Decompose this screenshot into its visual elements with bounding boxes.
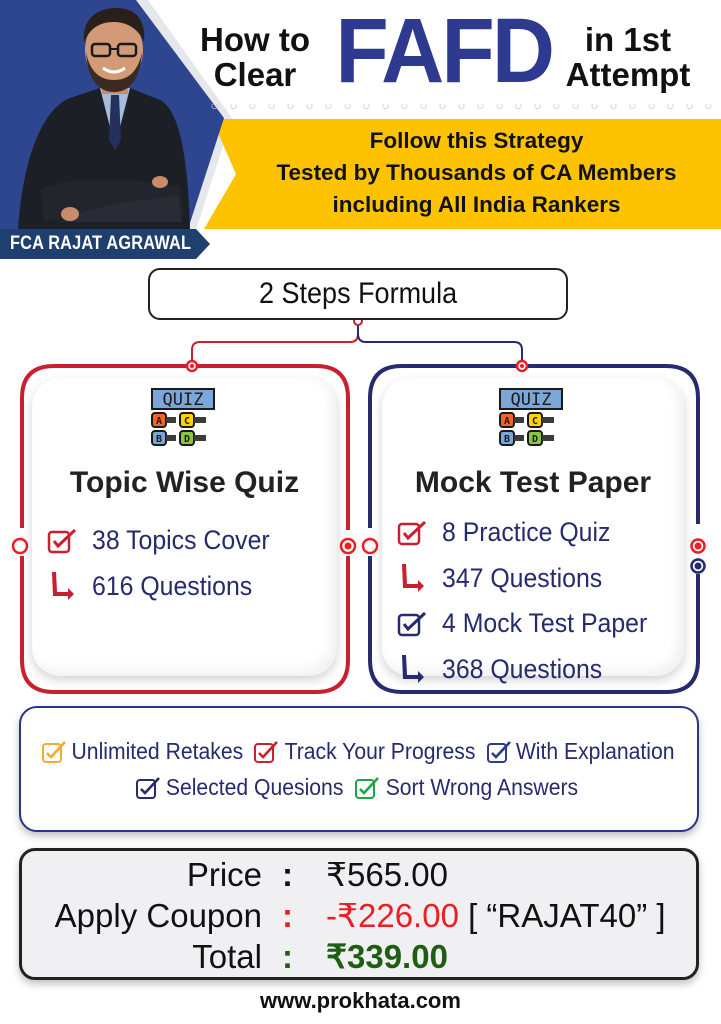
quiz-abcd-icon: QUIZ A C B D [499,388,563,446]
list-item: 616 Questions [46,564,285,610]
title-main: FAFD [335,0,555,102]
card-title: Topic Wise Quiz [69,466,300,499]
checkbox-icon [136,776,161,799]
tagline: Follow this Strategy Tested by Thousands… [232,125,721,221]
checkbox-icon [47,528,77,553]
benefit-text: Sort Wrong Answers [385,774,578,800]
benefits-row: Unlimited Retakes Track Your Progress Wi… [21,738,697,765]
benefit-selected-questions: Selected Quesions [135,774,347,801]
checkbox-icon [397,520,427,545]
svg-text:QUIZ: QUIZ [511,390,552,410]
coupon-discount: -₹226.00 [326,897,459,934]
benefits-row: Selected Quesions Sort Wrong Answers [21,774,697,801]
list-item: 8 Practice Quiz [396,510,665,556]
decorative-dots [205,104,721,114]
coupon-label: Apply Coupon [54,897,262,934]
card-topic-wise-quiz[interactable]: QUIZ A C B D Topic Wise Quiz 38 Topics C… [32,378,337,676]
card-mock-test-paper[interactable]: QUIZ A C B D Mock Test Paper 8 Practice … [382,378,684,684]
benefit-text: Unlimited Retakes [71,738,244,764]
item-text: 8 Practice Quiz [442,517,611,548]
tagline-line3: including All India Rankers [332,192,621,217]
item-text: 38 Topics Cover [92,525,270,556]
tagline-line1: Follow this Strategy [369,128,584,153]
node-dot [185,359,199,373]
benefit-text: Selected Quesions [166,774,344,800]
item-text: 616 Questions [92,570,253,601]
price-value: ₹565.00 [326,856,448,893]
benefit-track-progress: Track Your Progress [253,738,480,765]
feature-list: 8 Practice Quiz 347 Questions 4 Mock Tes… [396,510,665,692]
benefit-with-explanation: With Explanation [486,738,677,765]
node-dot [339,537,357,555]
coupon-code[interactable]: [ “RAJAT40” ] [468,897,665,934]
title-prefix-line2: Clear [213,56,297,93]
node-dot [690,558,706,574]
tagline-line2: Tested by Thousands of CA Members [276,160,677,185]
formula-title: 2 Steps Formula [258,277,458,310]
item-text: 4 Mock Test Paper [442,608,648,639]
price-box: Price : ₹565.00 Apply Coupon : -₹226.00 … [19,848,699,980]
svg-text:D: D [532,434,538,445]
total-separator: : [282,938,293,975]
arrow-return-icon [52,572,74,601]
title-suffix: in 1st Attempt [548,22,708,92]
total-value: ₹339.00 [326,938,448,975]
total-label: Total [192,938,262,975]
price-separator: : [282,856,293,893]
node-dot [690,538,706,554]
feature-list: 38 Topics Cover 616 Questions [46,518,285,609]
list-item: 347 Questions [396,556,665,602]
benefit-sort-wrong-answers: Sort Wrong Answers [354,774,583,801]
list-item: 4 Mock Test Paper [396,601,665,647]
item-text: 347 Questions [442,562,603,593]
coupon-row: Apply Coupon : -₹226.00 [ “RAJAT40” ] [22,896,696,936]
price-label: Price [186,856,262,893]
benefit-text: Track Your Progress [284,738,476,764]
website-link[interactable]: www.prokhata.com [0,988,721,1014]
svg-text:B: B [504,434,510,445]
total-row: Total : ₹339.00 [22,937,696,977]
list-item: 38 Topics Cover [46,518,285,564]
arrow-return-icon [402,655,424,684]
presenter-name: FCA RAJAT AGRAWAL [10,233,192,254]
list-item: 368 Questions [396,647,665,693]
coupon-separator: : [282,897,293,934]
title-prefix: How to Clear [190,22,320,92]
price-row: Price : ₹565.00 [22,855,696,895]
card-title: Mock Test Paper [414,466,652,499]
checkbox-icon [41,740,66,763]
item-text: 368 Questions [442,653,603,684]
benefit-unlimited-retakes: Unlimited Retakes [41,738,247,765]
svg-text:A: A [156,416,162,427]
svg-text:B: B [156,434,162,445]
checkbox-icon [354,776,379,799]
benefits-box: Unlimited Retakes Track Your Progress Wi… [19,706,699,832]
svg-text:C: C [184,416,190,427]
node-dot [515,359,529,373]
node-dot [11,537,29,555]
title-suffix-line2: Attempt [565,56,691,93]
svg-text:C: C [532,416,538,427]
checkbox-icon [486,740,511,763]
node-dot [361,537,379,555]
presenter-name-tag: FCA RAJAT AGRAWAL [0,229,210,259]
coupon-value: -₹226.00 [ “RAJAT40” ] [326,896,666,936]
svg-text:D: D [184,434,190,445]
checkbox-icon [253,740,278,763]
arrow-return-icon [402,564,424,593]
formula-heading: 2 Steps Formula [148,268,568,320]
title-prefix-line1: How to [200,21,310,58]
title-suffix-line1: in 1st [584,21,672,58]
svg-text:QUIZ: QUIZ [163,390,204,410]
svg-text:A: A [504,416,510,427]
quiz-abcd-icon: QUIZ A C B D [151,388,215,446]
checkbox-icon [397,611,427,636]
benefit-text: With Explanation [515,738,675,764]
